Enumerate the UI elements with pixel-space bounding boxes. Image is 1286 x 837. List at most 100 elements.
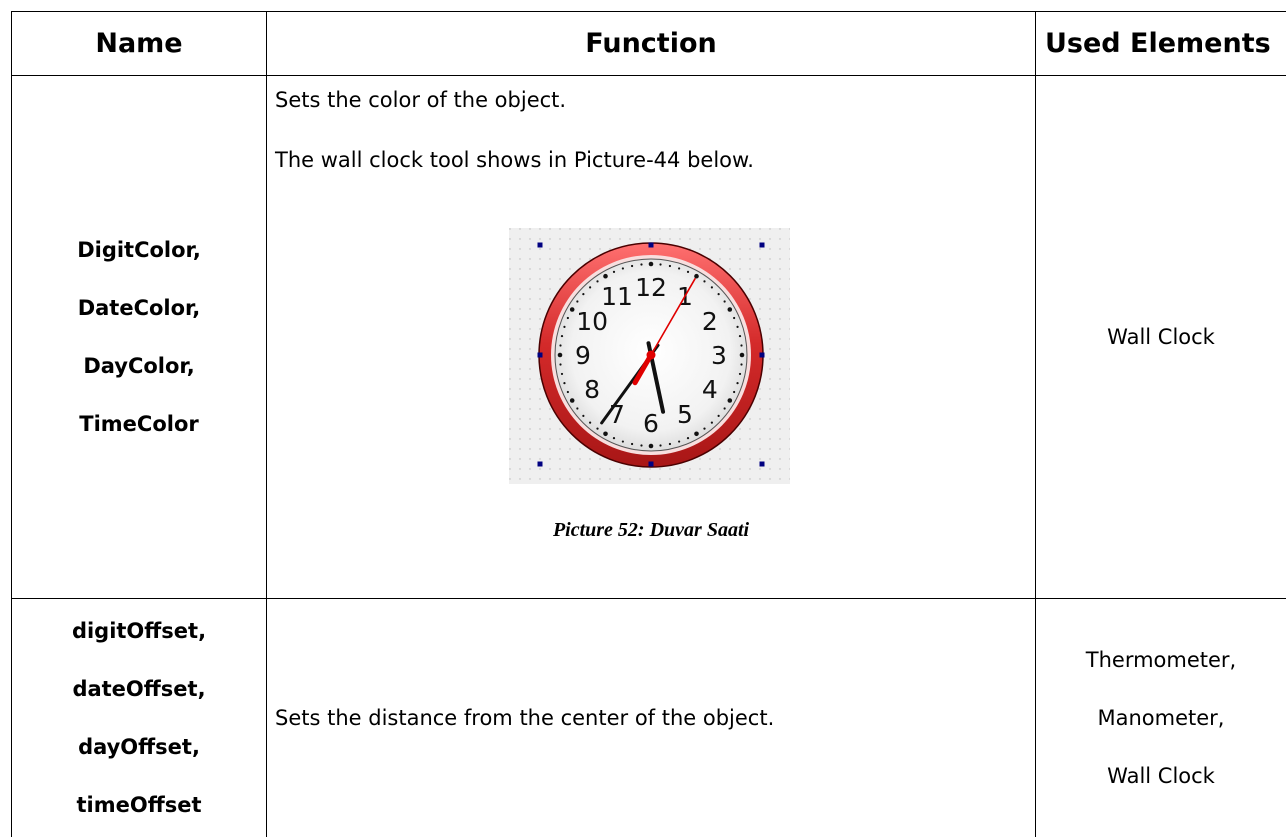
- minute-tick: [736, 382, 739, 385]
- hour-tick: [557, 352, 563, 358]
- minute-tick: [640, 263, 643, 266]
- minute-tick: [576, 300, 579, 303]
- minute-tick: [710, 286, 713, 289]
- hour-tick: [569, 398, 575, 403]
- minute-tick: [566, 316, 569, 320]
- selection-handle: [648, 461, 654, 467]
- minute-tick: [703, 427, 706, 430]
- minute-tick: [659, 444, 662, 447]
- row1-name-1: DateColor,: [77, 296, 201, 320]
- selection-handle: [648, 242, 654, 248]
- minute-tick: [736, 325, 739, 328]
- minute-tick: [710, 421, 713, 424]
- row1-name-3: TimeColor: [79, 412, 199, 436]
- minute-tick: [740, 344, 743, 347]
- minute-tick: [640, 444, 643, 447]
- hour-tick: [739, 352, 745, 358]
- minute-tick: [560, 334, 564, 338]
- row2-used-element-2: Wall Clock: [1107, 764, 1215, 788]
- selection-handle: [759, 352, 765, 358]
- figure-caption: Picture 52: Duvar Saati: [552, 519, 750, 541]
- minute-tick: [560, 372, 564, 376]
- row2-used-element-1: Manometer,: [1097, 706, 1225, 730]
- minute-tick: [668, 264, 672, 268]
- minute-tick: [668, 442, 672, 446]
- minute-tick: [686, 437, 690, 440]
- minute-tick: [596, 280, 599, 283]
- clock-numeral: 12: [635, 273, 667, 302]
- minute-tick: [612, 270, 616, 273]
- row2-name-2: dayOffset,: [78, 735, 200, 759]
- minute-tick: [678, 267, 681, 270]
- row1-used-elements: Wall Clock: [1036, 76, 1286, 598]
- minute-tick: [566, 390, 569, 394]
- hour-tick: [648, 261, 654, 267]
- row1-name-0: DigitColor,: [77, 238, 201, 262]
- minute-tick: [563, 382, 566, 385]
- minute-tick: [576, 407, 579, 410]
- minute-tick: [596, 427, 599, 430]
- selection-handle: [537, 461, 543, 467]
- minute-tick: [740, 363, 743, 366]
- minute-tick: [589, 286, 592, 289]
- clock-numeral: 8: [584, 375, 600, 404]
- minute-tick: [589, 421, 592, 424]
- minute-tick: [733, 316, 736, 320]
- wall-clock-icon: 121234567891011: [509, 228, 790, 484]
- minute-tick: [703, 280, 706, 283]
- selection-handle: [759, 242, 765, 248]
- minute-tick: [563, 325, 566, 328]
- minute-tick: [630, 264, 634, 268]
- clock-numeral: 4: [702, 375, 718, 404]
- minute-tick: [621, 440, 624, 443]
- minute-tick: [723, 407, 726, 410]
- selection-handle: [537, 352, 543, 358]
- wall-clock-image: 121234567891011: [509, 228, 790, 484]
- clock-numeral: 3: [711, 341, 727, 370]
- row1-name-2: DayColor,: [83, 354, 195, 378]
- minute-tick: [582, 293, 585, 296]
- row2-function: Sets the distance from the center of the…: [267, 599, 1035, 837]
- header-used-elements: Used Elements: [1045, 28, 1271, 59]
- minute-tick: [559, 344, 562, 347]
- header-name: Name: [95, 28, 183, 59]
- header-function: Function: [585, 28, 717, 59]
- minute-tick: [659, 263, 662, 266]
- row2-name-3: timeOffset: [76, 793, 202, 817]
- hour-tick: [694, 273, 699, 279]
- minute-tick: [686, 270, 690, 273]
- minute-tick: [738, 334, 742, 338]
- row2-used-element-0: Thermometer,: [1085, 648, 1237, 672]
- clock-numeral: 5: [677, 400, 693, 429]
- hour-tick: [603, 431, 608, 437]
- hour-tick: [569, 307, 575, 312]
- clock-numeral: 2: [702, 307, 718, 336]
- minute-tick: [733, 390, 736, 394]
- selection-handle: [759, 461, 765, 467]
- minute-tick: [582, 414, 585, 417]
- minute-tick: [559, 363, 562, 366]
- hour-tick: [727, 398, 733, 403]
- row2-name-0: digitOffset,: [71, 619, 207, 643]
- clock-numeral: 6: [643, 409, 659, 438]
- minute-tick: [630, 442, 634, 446]
- row2-function-line-1: Sets the distance from the center of the…: [275, 706, 775, 730]
- row2-used-elements: Thermometer, Manometer, Wall Clock: [1036, 599, 1286, 837]
- row1-function-line-1: Sets the color of the object.: [275, 88, 567, 112]
- minute-tick: [717, 414, 720, 417]
- row2-names: digitOffset, dateOffset, dayOffset, time…: [12, 599, 266, 837]
- minute-tick: [612, 437, 616, 440]
- hour-tick: [694, 431, 699, 437]
- row2-name-1: dateOffset,: [72, 677, 206, 701]
- hour-tick: [727, 307, 733, 312]
- minute-tick: [723, 300, 726, 303]
- hour-tick: [603, 273, 608, 279]
- minute-tick: [738, 372, 742, 376]
- clock-numeral: 11: [601, 282, 633, 311]
- clock-numeral: 10: [576, 307, 608, 336]
- row1-function-line-2: The wall clock tool shows in Picture-44 …: [275, 148, 754, 172]
- clock-numeral: 9: [575, 341, 591, 370]
- hour-tick: [648, 443, 654, 449]
- row1-names: DigitColor, DateColor, DayColor, TimeCol…: [12, 76, 266, 598]
- selection-handle: [537, 242, 543, 248]
